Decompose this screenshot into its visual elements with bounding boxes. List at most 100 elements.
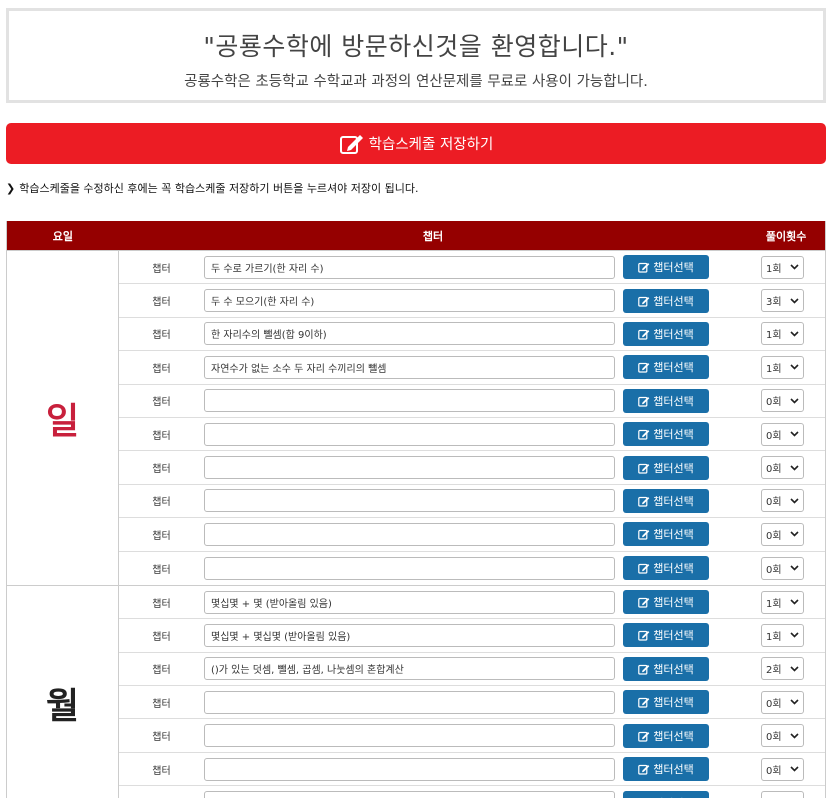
chapter-input[interactable]	[204, 389, 615, 413]
edit-icon	[638, 296, 650, 307]
chapter-select-label: 챕터선택	[653, 461, 694, 475]
row-label: 챕터	[152, 530, 171, 542]
count-value: 1회	[766, 631, 782, 643]
count-select[interactable]: 1회	[761, 322, 804, 346]
chapter-input[interactable]: 두 수로 가르기(한 자리 수)	[204, 255, 615, 279]
chapter-select-label: 챕터선택	[653, 394, 694, 408]
table-row: 챕터 챕터선택 0회	[119, 518, 825, 552]
count-select[interactable]: 0회	[761, 422, 804, 446]
chapter-select-button[interactable]: 챕터선택	[623, 422, 709, 447]
count-select[interactable]: 0회	[761, 791, 804, 798]
row-label: 챕터	[152, 665, 171, 677]
chapter-select-label: 챕터선택	[653, 596, 694, 610]
chapter-select-button[interactable]: 챕터선택	[623, 590, 709, 615]
count-select[interactable]: 0회	[761, 522, 804, 546]
count-select[interactable]: 0회	[761, 556, 804, 580]
count-value: 1회	[766, 598, 782, 610]
chapter-select-button[interactable]: 챕터선택	[623, 556, 709, 581]
count-value: 3회	[766, 297, 782, 309]
table-row: 챕터 몇십몇 + 몇 (받아올림 있음) 챕터선택 1회	[119, 586, 825, 620]
count-select[interactable]: 0회	[761, 389, 804, 413]
count-select[interactable]: 0회	[761, 757, 804, 781]
chapter-select-button[interactable]: 챕터선택	[623, 355, 709, 380]
welcome-title: "공룡수학에 방문하신것을 환영합니다."	[203, 32, 629, 61]
save-notice-text: 학습스케줄을 수정하신 후에는 꼭 학습스케줄 저장하기 버튼을 누르셔야 저장…	[19, 182, 419, 195]
chapter-input[interactable]: 한 자리수의 뺄셈(합 9이하)	[204, 322, 615, 346]
chevron-down-icon	[790, 331, 799, 337]
edit-icon	[638, 631, 650, 642]
chapter-select-button[interactable]: 챕터선택	[623, 455, 709, 480]
count-select[interactable]: 1회	[761, 355, 804, 379]
chapter-input[interactable]	[204, 556, 615, 580]
chapter-input[interactable]	[204, 724, 615, 748]
chapter-select-button[interactable]: 챕터선택	[623, 388, 709, 413]
count-select[interactable]: 3회	[761, 289, 804, 313]
chevron-down-icon	[790, 431, 799, 437]
table-header: 요일 챕터 풀이횟수	[7, 221, 825, 250]
table-row: 챕터 한 자리수의 뺄셈(합 9이하) 챕터선택 1회	[119, 318, 825, 352]
chapter-input[interactable]: ()가 있는 덧셈, 뺄셈, 곱셈, 나눗셈의 혼합계산	[204, 657, 615, 681]
save-schedule-button[interactable]: 학습스케줄 저장하기	[6, 123, 826, 164]
table-row: 챕터 자연수가 없는 소수 두 자리 수끼리의 뺄셈 챕터선택 1회	[119, 351, 825, 385]
chapter-input[interactable]	[204, 690, 615, 714]
chapter-input[interactable]: 두 수 모으기(한 자리 수)	[204, 289, 615, 313]
schedule-table: 요일 챕터 풀이횟수 일 챕터 두 수로 가르기(한 자리 수) 챕터선택 1회 챕터 두 …	[6, 221, 826, 798]
chapter-select-button[interactable]: 챕터선택	[623, 690, 709, 715]
chapter-input[interactable]: 자연수가 없는 소수 두 자리 수끼리의 뺄셈	[204, 355, 615, 379]
count-select[interactable]: 2회	[761, 657, 804, 681]
chapter-input[interactable]	[204, 522, 615, 546]
chapter-select-button[interactable]: 챕터선택	[623, 757, 709, 782]
row-label: 챕터	[152, 430, 171, 442]
count-select[interactable]: 1회	[761, 255, 804, 279]
chapter-input[interactable]	[204, 489, 615, 513]
count-select[interactable]: 1회	[761, 590, 804, 614]
chapter-select-button[interactable]: 챕터선택	[623, 488, 709, 513]
count-select[interactable]: 1회	[761, 623, 804, 647]
chevron-down-icon	[790, 766, 799, 772]
table-row: 챕터 몇십몇 + 몇십몇 (받아올림 있음) 챕터선택 1회	[119, 619, 825, 653]
chevron-down-icon	[790, 699, 799, 705]
row-label: 챕터	[152, 765, 171, 777]
chapter-input[interactable]: 몇십몇 + 몇 (받아올림 있음)	[204, 590, 615, 614]
edit-icon	[638, 329, 650, 340]
day-block: 일 챕터 두 수로 가르기(한 자리 수) 챕터선택 1회 챕터 두 수 모으기(한 자리 …	[7, 250, 825, 585]
chapter-select-label: 챕터선택	[653, 261, 694, 275]
row-label: 챕터	[152, 464, 171, 476]
chevron-down-icon	[790, 733, 799, 739]
chapter-input[interactable]	[204, 456, 615, 480]
chapter-select-label: 챕터선택	[653, 662, 694, 676]
count-select[interactable]: 0회	[761, 690, 804, 714]
count-value: 1회	[766, 363, 782, 375]
edit-icon	[339, 134, 363, 154]
chapter-input[interactable]	[204, 791, 615, 798]
chapter-select-button[interactable]: 챕터선택	[623, 656, 709, 681]
edit-icon	[638, 496, 650, 507]
chevron-down-icon	[790, 264, 799, 270]
chapter-select-label: 챕터선택	[653, 696, 694, 710]
row-label: 챕터	[152, 598, 171, 610]
chapter-select-button[interactable]: 챕터선택	[623, 723, 709, 748]
chapter-select-button[interactable]: 챕터선택	[623, 522, 709, 547]
chevron-right-icon: ❯	[6, 181, 16, 195]
welcome-banner: "공룡수학에 방문하신것을 환영합니다." 공룡수학은 초등학교 수학교과 과정…	[6, 8, 826, 103]
chapter-select-button[interactable]: 챕터선택	[623, 790, 709, 798]
chapter-input[interactable]	[204, 422, 615, 446]
chapter-input[interactable]	[204, 757, 615, 781]
chapter-select-button[interactable]: 챕터선택	[623, 321, 709, 346]
header-count: 풀이횟수	[765, 229, 807, 243]
chapter-input[interactable]: 몇십몇 + 몇십몇 (받아올림 있음)	[204, 623, 615, 647]
table-row: 챕터 챕터선택 0회	[119, 418, 825, 452]
row-label: 챕터	[152, 564, 171, 576]
edit-icon	[638, 263, 650, 273]
chapter-select-label: 챕터선택	[653, 562, 694, 576]
count-value: 1회	[766, 263, 782, 275]
chapter-select-button[interactable]: 챕터선택	[623, 288, 709, 313]
count-select[interactable]: 0회	[761, 724, 804, 748]
edit-icon	[638, 363, 650, 373]
count-select[interactable]: 0회	[761, 456, 804, 480]
chapter-select-button[interactable]: 챕터선택	[623, 623, 709, 648]
edit-icon	[638, 731, 650, 742]
chapter-select-button[interactable]: 챕터선택	[623, 255, 709, 280]
chapter-select-label: 챕터선택	[653, 528, 694, 542]
count-select[interactable]: 0회	[761, 489, 804, 513]
